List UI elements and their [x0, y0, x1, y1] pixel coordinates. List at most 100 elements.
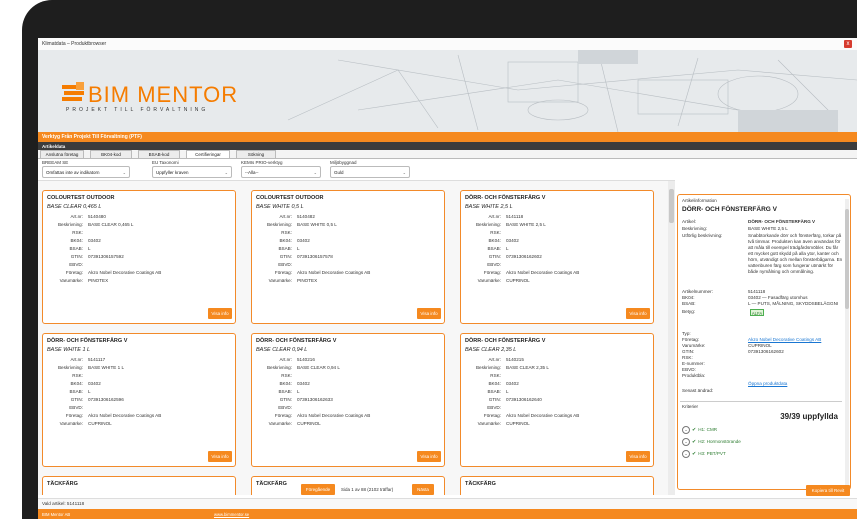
- field-row-bk04: BK04: 03402: [43, 381, 235, 389]
- expand-icon[interactable]: ⌄: [682, 426, 690, 434]
- open-produktdata-link[interactable]: Öppna produktdata: [748, 381, 787, 386]
- visa-info-button[interactable]: Visa info: [208, 451, 232, 462]
- utforlig-value: Snabbtorkande dörr och fönsterfärg, tork…: [748, 233, 843, 274]
- visa-info-button[interactable]: Visa info: [417, 308, 441, 319]
- field-value: 03402: [506, 238, 519, 243]
- product-variant: BASE CLEAR 2,35 L: [465, 347, 517, 353]
- field-value: CUPRINOL: [506, 278, 530, 283]
- visa-info-button[interactable]: Visa info: [208, 308, 232, 319]
- visa-info-button[interactable]: Visa info: [417, 451, 441, 462]
- foretag-link[interactable]: Akzo Nobel Decorative Coatings AB: [748, 337, 821, 342]
- breeam-select[interactable]: Omfattas inte av indikatorn ⌄: [42, 166, 130, 178]
- expand-icon[interactable]: ⌄: [682, 438, 690, 446]
- criterion-label: H2: Hormonstörande: [698, 439, 741, 445]
- field-row-bsab: BSAB: L: [252, 246, 444, 254]
- footer-url-link[interactable]: www.bimmentor.se: [214, 512, 249, 517]
- product-variant: BASE WHITE 0,5 L: [256, 204, 304, 210]
- beskrivning-value: BASE WHITE 2,5 L: [748, 226, 788, 231]
- copy-to-revit-button[interactable]: Kopiera till Revit: [806, 485, 850, 496]
- filter-breeam: BREEAM SE Omfattas inte av indikatorn ⌄: [42, 160, 130, 178]
- filter-miljobyggnad: Miljöbyggnad Guld ⌄: [330, 160, 410, 178]
- close-button[interactable]: x: [844, 40, 852, 48]
- product-card[interactable]: COLOURTEST OUTDOOR BASE CLEAR 0,465 L Art.…: [42, 190, 236, 324]
- article-title: DÖRR- OCH FÖNSTERFÄRG V: [682, 206, 777, 213]
- ebvd-label: EBVD:: [682, 367, 696, 372]
- field-value: Akzo Nobel Decorative Coatings AB: [297, 413, 371, 418]
- pagination: Föregående Sida 1 av 88 (2102 träffar) N…: [38, 483, 675, 497]
- visa-info-button[interactable]: Visa info: [626, 451, 650, 462]
- varumarke-value: CUPRINOL: [748, 343, 772, 348]
- utforlig-label: Utförlig beskrivning:: [682, 233, 723, 238]
- field-label: Varumärke:: [477, 278, 501, 283]
- panel-scrollbar[interactable]: [845, 199, 849, 487]
- field-row-gtin: GTIN: 07391306162596: [43, 397, 235, 405]
- field-value: Akzo Nobel Decorative Coatings AB: [506, 270, 580, 275]
- field-value: 5140215: [506, 357, 524, 362]
- product-card[interactable]: DÖRR- OCH FÖNSTERFÄRG V BASE CLEAR 0,94 L…: [251, 333, 445, 467]
- bk04-value: 03402 — Fasadfärg utomhus: [748, 295, 808, 300]
- field-value: 5141117: [88, 357, 106, 362]
- miljobyggnad-select[interactable]: Guld ⌄: [330, 166, 410, 178]
- previous-page-button[interactable]: Föregående: [301, 484, 335, 495]
- field-row-rsk: RSK:: [252, 230, 444, 238]
- criterion-row[interactable]: ⌄ ✔ H2: Hormonstörande: [682, 438, 741, 446]
- next-page-button[interactable]: Nästa: [412, 484, 434, 495]
- field-row-bsab: BSAB: L: [43, 246, 235, 254]
- panel-header: Artikelinformation: [682, 198, 717, 203]
- field-label: EBVD:: [487, 405, 501, 410]
- tab-anslutna-foretag[interactable]: Anslutna företag: [40, 150, 84, 158]
- field-label: Företag:: [274, 413, 292, 418]
- field-label: BK04:: [279, 238, 292, 243]
- field-label: BK04:: [70, 238, 83, 243]
- tab-bk04-kod[interactable]: BK04-kod: [90, 150, 132, 158]
- product-card[interactable]: DÖRR- OCH FÖNSTERFÄRG V BASE CLEAR 2,35 L…: [460, 333, 654, 467]
- field-value: PINOTEX: [88, 278, 109, 283]
- product-card[interactable]: COLOURTEST OUTDOOR BASE WHITE 0,5 L Art.nr…: [251, 190, 445, 324]
- field-label: Företag:: [65, 413, 83, 418]
- field-row-foretag: Företag: Akzo Nobel Decorative Coatings A…: [252, 413, 444, 421]
- tab-certifieringar[interactable]: Certifieringar: [186, 150, 230, 158]
- scrollbar-thumb[interactable]: [669, 189, 674, 223]
- eu-taxonomi-select[interactable]: Uppfyller kraven ⌄: [152, 166, 232, 178]
- field-row-rsk: RSK:: [252, 373, 444, 381]
- field-label: GTIN:: [488, 254, 501, 259]
- expand-icon[interactable]: ⌄: [682, 450, 690, 458]
- beskrivning-label: Beskrivning:: [682, 226, 708, 231]
- field-row-bk04: BK04: 03402: [252, 381, 444, 389]
- product-card[interactable]: DÖRR- OCH FÖNSTERFÄRG V BASE WHITE 2,5 LA…: [460, 190, 654, 324]
- visa-info-button[interactable]: Visa info: [626, 308, 650, 319]
- grid-scrollbar[interactable]: [668, 181, 675, 495]
- status-text: Vald artikel: 5141118: [42, 501, 85, 506]
- field-value: L: [297, 246, 300, 251]
- product-name: DÖRR- OCH FÖNSTERFÄRG V: [256, 338, 337, 344]
- senast-andrad-label: Senast ändrad:: [682, 388, 714, 393]
- field-row-varumarke: Varumärke: CUPRINOL: [252, 421, 444, 429]
- tab-bsab-kod[interactable]: BSAB-kod: [138, 150, 180, 158]
- criteria-count: 39/39 uppfyllda: [780, 412, 838, 421]
- varumarke-label: Varumärke:: [682, 343, 706, 348]
- field-label: Företag:: [483, 413, 501, 418]
- scrollbar-thumb[interactable]: [845, 209, 849, 309]
- field-value: BASE CLEAR 0,465 L: [88, 222, 134, 227]
- select-value: Guld: [334, 170, 344, 175]
- kemis-prio-select[interactable]: --Alla-- ⌄: [241, 166, 321, 178]
- criterion-row[interactable]: ⌄ ✔ H3: PBT/PVT: [682, 450, 726, 458]
- field-value: CUPRINOL: [506, 421, 530, 426]
- field-value: 07391306162602: [506, 254, 542, 259]
- criterion-row[interactable]: ⌄ ✔ H1: CMR: [682, 426, 717, 434]
- field-label: EBVD:: [278, 262, 292, 267]
- artikelnummer-label: Artikelnummer:: [682, 289, 713, 294]
- field-value: Akzo Nobel Decorative Coatings AB: [88, 413, 162, 418]
- bsab-label: BSAB:: [682, 301, 696, 306]
- gtin-label: GTIN:: [682, 349, 695, 354]
- gtin-value: 07391306162602: [748, 349, 784, 354]
- status-bar: Vald artikel: 5141118: [38, 498, 857, 509]
- field-value: BASE WHITE 1 L: [88, 365, 124, 370]
- filter-label: BREEAM SE: [42, 160, 69, 165]
- field-row-bsab: BSAB: L: [461, 389, 653, 397]
- field-label: EBVD:: [69, 262, 83, 267]
- field-value: 07391306157578: [297, 254, 333, 259]
- field-row-ebvd: EBVD:: [252, 405, 444, 413]
- product-card[interactable]: DÖRR- OCH FÖNSTERFÄRG V BASE WHITE 1 L Art…: [42, 333, 236, 467]
- tab-sokning[interactable]: Sökning: [236, 150, 276, 158]
